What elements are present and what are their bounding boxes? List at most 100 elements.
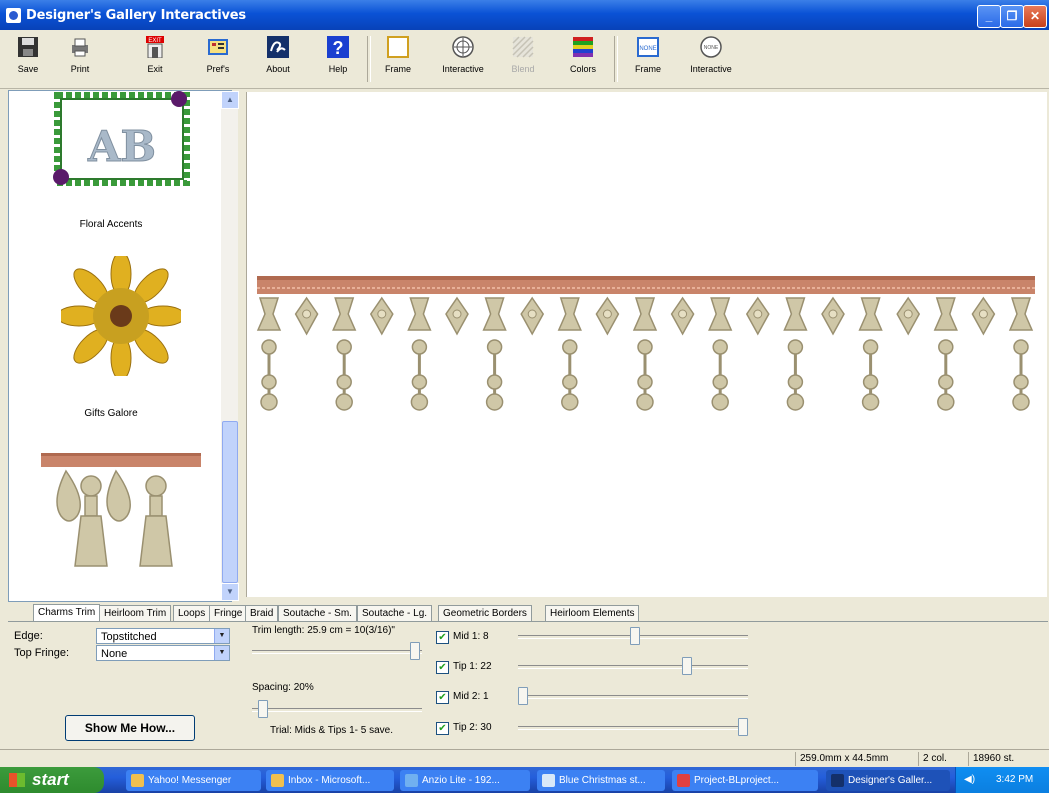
tip1-checkbox[interactable]: ✔ <box>436 661 449 674</box>
close-icon[interactable]: ✕ <box>1023 5 1047 28</box>
mid2-slider[interactable] <box>518 687 748 705</box>
short-charm-center <box>602 309 612 319</box>
long-charm-bead <box>862 339 879 355</box>
gallery-item-charms-trim[interactable] <box>9 451 213 601</box>
scroll-up-icon[interactable]: ▲ <box>221 91 239 109</box>
start-button[interactable]: start <box>0 767 104 793</box>
scrollbar-thumb[interactable] <box>222 421 238 583</box>
tab-soutache-lg[interactable]: Soutache - Lg. <box>357 605 433 622</box>
tab-heirloom-elements[interactable]: Heirloom Elements <box>545 605 640 622</box>
short-charm-center <box>828 309 838 319</box>
long-charm-bead <box>411 374 428 390</box>
frame-icon <box>387 36 409 58</box>
frame-button[interactable]: Frame <box>375 33 421 85</box>
app-icon[interactable] <box>6 8 21 23</box>
gallery-item-gifts-galore[interactable]: Gifts Galore <box>9 256 213 431</box>
long-charm-bead <box>938 374 954 390</box>
speaker-icon[interactable]: ◀) <box>964 767 975 793</box>
slider-knob[interactable] <box>630 627 640 645</box>
long-charm-bead <box>637 339 653 355</box>
mid2-checkbox[interactable]: ✔ <box>436 691 449 704</box>
trim-length-readout: Trim length: 25.9 cm = 10(3/16)" <box>252 625 395 636</box>
spacing-readout: Spacing: 20% <box>252 682 314 693</box>
toolbar-separator <box>614 36 618 82</box>
gallery-scrollbar[interactable]: ▲ ▼ <box>221 91 239 601</box>
spacing-slider[interactable] <box>252 700 422 718</box>
toolbar-separator <box>367 36 371 82</box>
trim-length-slider[interactable] <box>252 642 422 660</box>
scroll-down-icon[interactable]: ▼ <box>221 583 239 601</box>
save-icon <box>18 37 38 57</box>
chevron-down-icon[interactable]: ▼ <box>214 629 229 643</box>
edge-label: Edge: <box>14 630 43 642</box>
top-fringe-label: Top Fringe: <box>14 647 70 659</box>
maximize-icon[interactable]: ❐ <box>1000 5 1024 28</box>
tip2-slider[interactable] <box>518 718 748 736</box>
help-icon: ? <box>327 36 349 58</box>
tab-loops[interactable]: Loops <box>173 605 211 622</box>
taskbar-item[interactable]: Blue Christmas st... <box>537 770 665 791</box>
top-fringe-select[interactable]: None ▼ <box>96 645 230 661</box>
slider-knob[interactable] <box>258 700 268 718</box>
gallery-caption: Floral Accents <box>79 219 143 230</box>
tip2-checkbox[interactable]: ✔ <box>436 722 449 735</box>
monogram-text: AB <box>87 122 156 171</box>
long-charm-bead <box>336 374 352 390</box>
colors-button[interactable]: Colors <box>560 33 606 85</box>
long-charm-tip <box>335 393 353 411</box>
mid1-slider[interactable] <box>518 627 748 645</box>
trial-note: Trial: Mids & Tips 1- 5 save. <box>270 725 393 736</box>
about-button[interactable]: About <box>255 33 301 85</box>
title-bar[interactable]: Designer's Gallery Interactives _ ❐ ✕ <box>0 0 1049 30</box>
long-charm-bead <box>938 339 954 355</box>
tab-soutache-sm[interactable]: Soutache - Sm. <box>278 605 357 622</box>
short-charm-center <box>978 309 988 319</box>
clock: 3:42 PM <box>996 774 1034 785</box>
tab-braid[interactable]: Braid <box>245 605 279 622</box>
gallery-item-floral-accents[interactable]: AB Floral Accents <box>9 91 213 241</box>
long-charm-bead <box>411 339 428 355</box>
print-button[interactable]: Print <box>57 33 103 85</box>
tab-heirloom-trim[interactable]: Heirloom Trim <box>99 605 172 622</box>
taskbar-item[interactable]: Inbox - Microsoft... <box>266 770 394 791</box>
long-charm-bead <box>486 374 503 390</box>
svg-text:?: ? <box>333 38 344 58</box>
toolbar: Save Print EXIT Exit Pref's About ? Help… <box>0 30 1049 89</box>
save-button[interactable]: Save <box>5 33 51 85</box>
chevron-down-icon[interactable]: ▼ <box>214 646 229 660</box>
short-charm-center <box>527 309 537 319</box>
taskbar-item-active[interactable]: Designer's Galler... <box>826 770 950 791</box>
design-canvas[interactable] <box>246 92 1047 597</box>
help-button[interactable]: ? Help <box>315 33 361 85</box>
edge-select[interactable]: Topstitched ▼ <box>96 628 230 644</box>
prefs-button[interactable]: Pref's <box>195 33 241 85</box>
long-charm-bead <box>562 374 578 390</box>
slider-knob[interactable] <box>518 687 528 705</box>
taskbar-item[interactable]: Anzio Lite - 192... <box>400 770 530 791</box>
long-charm-top <box>256 297 282 331</box>
slider-knob[interactable] <box>410 642 420 660</box>
minimize-icon[interactable]: _ <box>977 5 1001 28</box>
slider-knob[interactable] <box>738 718 748 736</box>
interactive-none-button[interactable]: NONE Interactive <box>688 33 734 85</box>
long-charm-bead <box>336 339 352 355</box>
tab-fringe[interactable]: Fringe <box>209 605 248 622</box>
long-charm-bead <box>862 374 879 390</box>
taskbar-item[interactable]: Project-BLproject... <box>672 770 818 791</box>
long-charm-tip <box>1012 393 1030 411</box>
blend-icon <box>512 36 534 58</box>
mid1-checkbox[interactable]: ✔ <box>436 631 449 644</box>
slider-knob[interactable] <box>682 657 692 675</box>
charms-trim-preview <box>256 276 1035 411</box>
gallery-caption: Gifts Galore <box>84 408 138 419</box>
show-me-how-button[interactable]: Show Me How... <box>65 715 195 741</box>
project-icon <box>677 774 690 787</box>
tab-geometric-borders[interactable]: Geometric Borders <box>438 605 532 622</box>
tip1-slider[interactable] <box>518 657 748 675</box>
frame-none-button[interactable]: NONE Frame <box>625 33 671 85</box>
taskbar-item[interactable]: Yahoo! Messenger <box>126 770 261 791</box>
app-icon <box>831 774 844 787</box>
windows-logo-icon <box>9 773 25 787</box>
interactive-button[interactable]: Interactive <box>440 33 486 85</box>
exit-button[interactable]: EXIT Exit <box>132 33 178 85</box>
